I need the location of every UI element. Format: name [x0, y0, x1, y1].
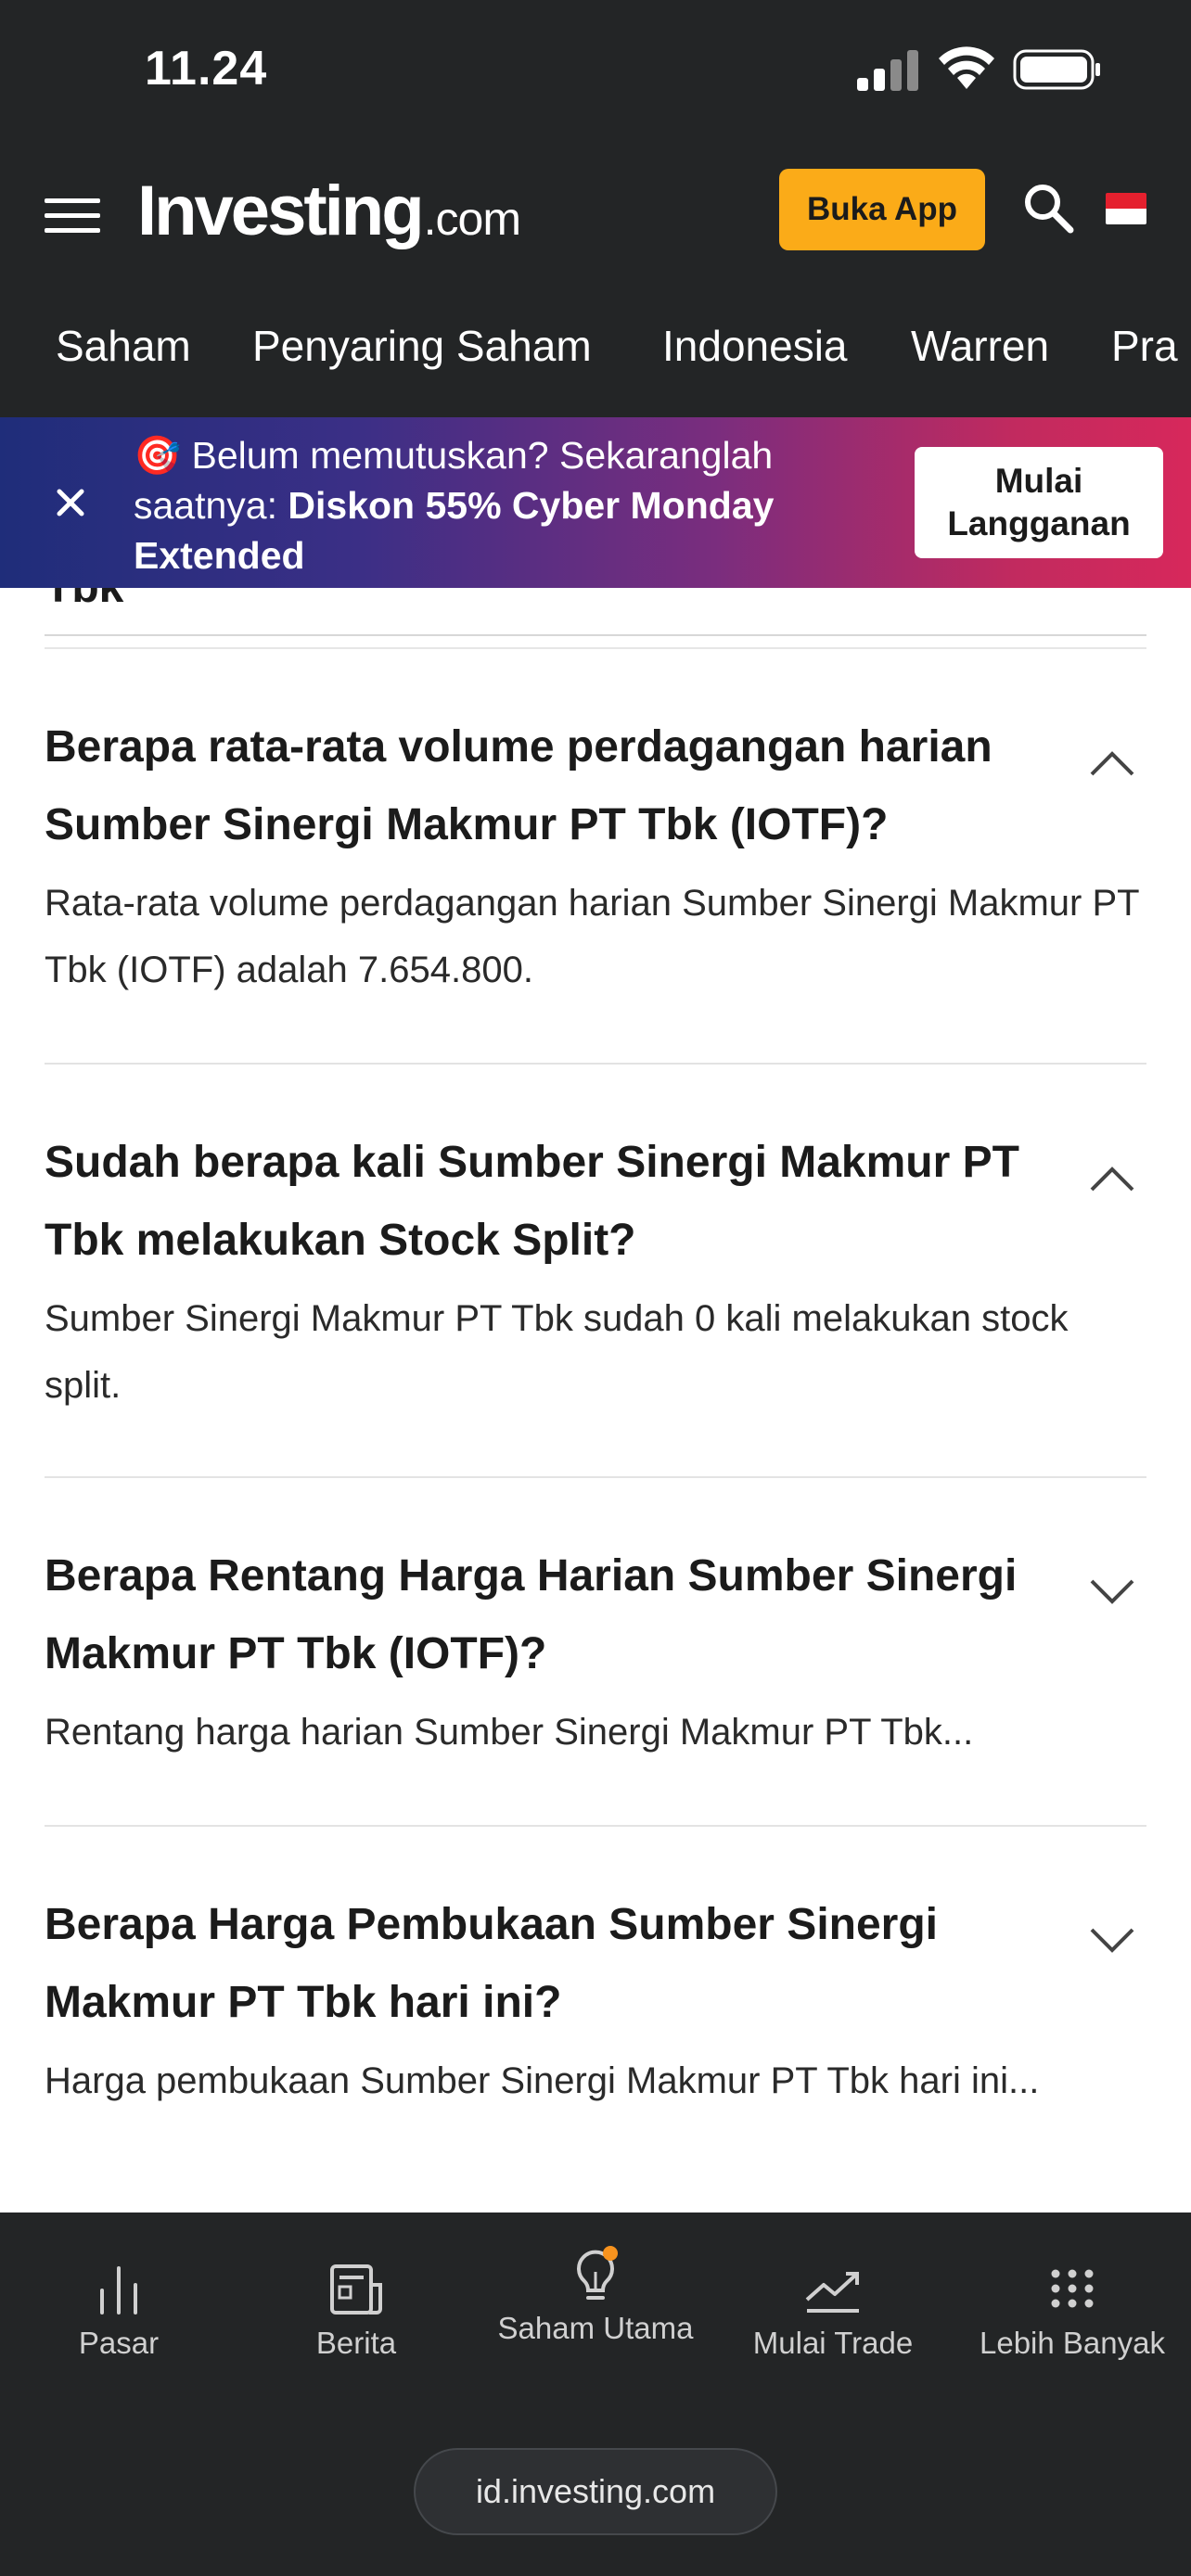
bottom-nav-saham-utama[interactable]: Saham Utama: [484, 2244, 707, 2346]
nav-tab-indonesia[interactable]: Indonesia: [662, 321, 848, 371]
menu-icon[interactable]: [45, 195, 100, 236]
divider: [45, 647, 1146, 649]
promo-banner: 🎯 Belum memutuskan? Sekaranglah saatnya:…: [0, 417, 1191, 588]
faq-answer: Rata-rata volume perdagangan harian Sumb…: [45, 883, 1139, 990]
faq-question[interactable]: Berapa Rentang Harga Harian Sumber Siner…: [45, 1537, 1046, 1693]
indonesia-flag-icon[interactable]: [1106, 193, 1146, 224]
bottom-nav-berita[interactable]: Berita: [245, 2259, 467, 2361]
bar-chart-icon: [100, 2266, 137, 2315]
search-icon[interactable]: [1022, 182, 1074, 234]
promo-text: 🎯 Belum memutuskan? Sekaranglah saatnya:…: [134, 430, 839, 580]
bottom-nav-label: Saham Utama: [497, 2311, 694, 2345]
investing-logo[interactable]: Investing .com: [137, 171, 521, 263]
nav-tabs: Saham Penyaring Saham Indonesia Warren P…: [0, 302, 1191, 395]
grid-dots-icon: [1051, 2269, 1094, 2308]
lightbulb-icon: [577, 2246, 618, 2300]
target-emoji-icon: 🎯: [134, 434, 182, 477]
nav-tab-warren[interactable]: Warren: [911, 321, 1049, 371]
bottom-nav-pasar[interactable]: Pasar: [7, 2259, 230, 2361]
nav-tab-penyaring-saham[interactable]: Penyaring Saham: [252, 321, 592, 371]
trend-up-icon: [805, 2272, 859, 2313]
divider: [45, 1825, 1146, 1827]
bottom-nav-mulai-trade[interactable]: Mulai Trade: [722, 2259, 944, 2361]
status-bar: 11.24: [0, 0, 1191, 148]
chevron-up-icon[interactable]: [1089, 1165, 1135, 1192]
bottom-nav-label: Lebih Banyak: [980, 2326, 1165, 2360]
faq-item[interactable]: Berapa rata-rata volume perdagangan hari…: [45, 708, 1146, 1003]
site-header: Investing .com Buka App Saham Penyaring …: [0, 148, 1191, 417]
chevron-down-icon[interactable]: [1089, 1578, 1135, 1606]
bottom-nav: Pasar Berita Saham Utama Mulai Trade Leb…: [0, 2213, 1191, 2576]
clipped-heading: Tbk: [45, 588, 123, 613]
faq-item[interactable]: Sudah berapa kali Sumber Sinergi Makmur …: [45, 1124, 1146, 1419]
divider: [45, 1063, 1146, 1065]
nav-tab-saham[interactable]: Saham: [56, 321, 191, 371]
faq-answer: Harga pembukaan Sumber Sinergi Makmur PT…: [45, 2060, 1040, 2101]
signal-icon: [857, 50, 918, 91]
browser-url-bar[interactable]: id.investing.com: [414, 2448, 777, 2535]
status-time: 11.24: [145, 42, 268, 96]
faq-item[interactable]: Berapa Harga Pembukaan Sumber Sinergi Ma…: [45, 1886, 1146, 2114]
faq-question[interactable]: Berapa Harga Pembukaan Sumber Sinergi Ma…: [45, 1886, 1046, 2042]
bottom-nav-label: Berita: [315, 2326, 397, 2360]
logo-main: Investing: [137, 172, 425, 250]
nav-tab-pra[interactable]: Pra: [1111, 321, 1178, 371]
faq-question[interactable]: Berapa rata-rata volume perdagangan hari…: [45, 708, 1046, 864]
faq-section: Tbk Berapa rata-rata volume perdagangan …: [0, 588, 1191, 2213]
divider: [45, 1476, 1146, 1478]
subscribe-button[interactable]: Mulai Langganan: [915, 447, 1163, 558]
chevron-down-icon[interactable]: [1089, 1927, 1135, 1955]
bottom-nav-label: Pasar: [78, 2326, 160, 2360]
battery-icon: [1013, 49, 1100, 90]
open-app-button[interactable]: Buka App: [779, 169, 985, 250]
wifi-icon: [939, 46, 994, 89]
faq-item[interactable]: Berapa Rentang Harga Harian Sumber Siner…: [45, 1537, 1146, 1766]
faq-answer: Rentang harga harian Sumber Sinergi Makm…: [45, 1712, 974, 1753]
chevron-up-icon[interactable]: [1089, 749, 1135, 777]
divider: [45, 634, 1146, 636]
news-icon: [330, 2264, 382, 2315]
faq-question[interactable]: Sudah berapa kali Sumber Sinergi Makmur …: [45, 1124, 1046, 1280]
close-icon[interactable]: [50, 482, 91, 523]
bottom-nav-label: Mulai Trade: [752, 2326, 914, 2360]
faq-answer: Sumber Sinergi Makmur PT Tbk sudah 0 kal…: [45, 1298, 1069, 1406]
bottom-nav-lebih-banyak[interactable]: Lebih Banyak: [961, 2259, 1184, 2361]
logo-suffix: .com: [423, 193, 521, 245]
